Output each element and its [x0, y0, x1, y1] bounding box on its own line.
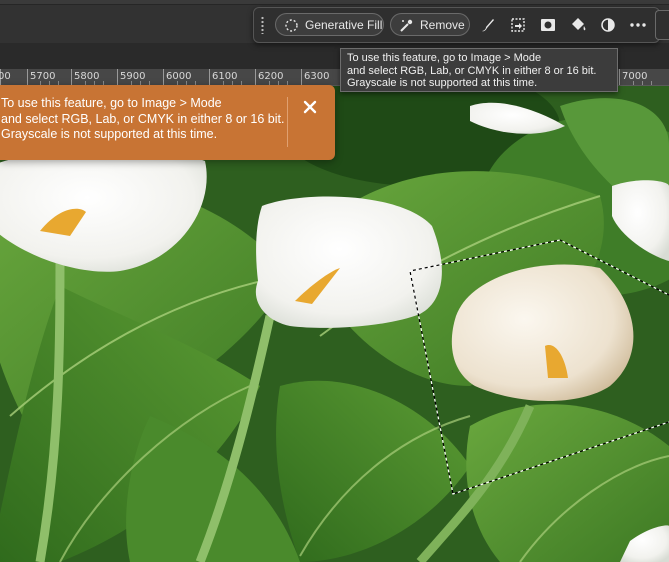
toast-divider: [287, 97, 288, 147]
toast-line: and select RGB, Lab, or CMYK in either 8…: [1, 111, 285, 126]
ruler-label: 7000: [622, 71, 648, 82]
close-icon[interactable]: [300, 97, 320, 117]
fill-bucket-icon[interactable]: [568, 15, 588, 35]
remove-button[interactable]: Remove: [390, 13, 470, 36]
tooltip-line: To use this feature, go to Image > Mode: [347, 52, 542, 64]
toast-message: To use this feature, go to Image > Mode …: [1, 96, 284, 143]
feature-tooltip: To use this feature, go to Image > Mode …: [340, 48, 618, 92]
tooltip-line: Grayscale is not supported at this time.: [347, 77, 538, 89]
toast-line: To use this feature, go to Image > Mode: [1, 96, 222, 110]
tooltip-line: and select RGB, Lab, or CMYK in either 8…: [347, 64, 597, 77]
mask-icon[interactable]: [538, 15, 558, 35]
generative-fill-button[interactable]: Generative Fill: [275, 13, 384, 36]
ruler-label: 5700: [30, 71, 56, 82]
ruler-label: 6200: [258, 71, 284, 82]
adjustment-icon[interactable]: [598, 15, 618, 35]
remove-icon: [400, 19, 413, 32]
warning-toast: To use this feature, go to Image > Mode …: [0, 85, 335, 160]
ruler-label: 5900: [120, 71, 146, 82]
ruler-label: 6100: [212, 71, 238, 82]
select-subject-icon[interactable]: [508, 15, 528, 35]
ruler-label: 6300: [304, 71, 330, 82]
ruler-label: 6000: [166, 71, 192, 82]
contextual-task-bar: Generative Fill Remove: [253, 7, 660, 43]
toast-line: Grayscale is not supported at this time.: [1, 127, 218, 141]
panel-edge: [655, 10, 669, 40]
generative-fill-icon: [285, 19, 298, 32]
generative-fill-label: Generative Fill: [305, 18, 383, 32]
more-icon[interactable]: [628, 15, 648, 35]
drag-handle-icon[interactable]: [261, 16, 264, 34]
remove-label: Remove: [420, 18, 465, 32]
top-strip: [0, 0, 669, 5]
ruler-label: 00: [0, 71, 11, 82]
ruler-label: 5800: [74, 71, 100, 82]
brush-icon[interactable]: [478, 15, 498, 35]
